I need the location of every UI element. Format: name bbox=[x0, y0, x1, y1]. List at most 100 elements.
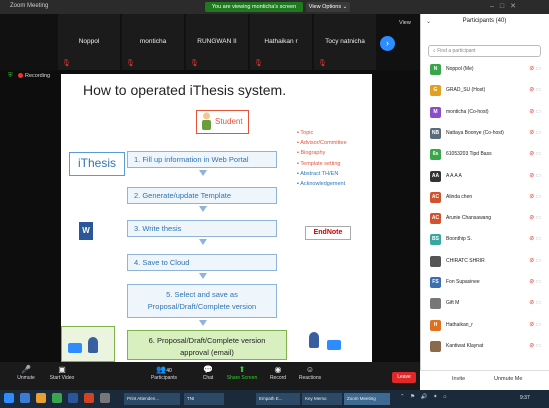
bullet-item: ▪ Biography bbox=[297, 150, 326, 157]
recording-label: Recording bbox=[25, 73, 51, 79]
participant-name: 61053203 Tipd Bass bbox=[446, 151, 492, 158]
participant-name: Nattaya Boonye (Co-host) bbox=[446, 129, 504, 136]
participant-avatar bbox=[430, 340, 441, 352]
taskbar-item[interactable]: TNI bbox=[184, 393, 224, 405]
participant-name: Boonthip S. bbox=[446, 236, 472, 243]
participant-avatar bbox=[430, 255, 441, 267]
participant-avatar: NB bbox=[430, 127, 441, 139]
taskbar-app-icon[interactable] bbox=[20, 393, 30, 403]
step-4: 4. Save to Cloud bbox=[127, 254, 277, 271]
bullet-item: ▪ Template setting bbox=[297, 160, 341, 167]
participant-avatar: AA bbox=[430, 170, 441, 182]
reactions-button[interactable]: ☺ Reactions bbox=[290, 364, 330, 381]
participants-panel-footer bbox=[420, 370, 549, 390]
view-button[interactable]: View bbox=[399, 20, 411, 26]
video-camera-icon: ▣ bbox=[58, 365, 66, 374]
bullet-item: ▪ Abstract TH/EN bbox=[297, 170, 339, 177]
video-thumbnail[interactable]: RUNGWAN II 🎙 bbox=[186, 14, 248, 70]
next-page-arrow-icon[interactable]: › bbox=[380, 36, 395, 51]
participant-status-icons: ⊘▭ bbox=[529, 193, 542, 200]
unmute-button[interactable]: 🎤 Unmute bbox=[6, 364, 46, 381]
share-screen-button[interactable]: ⬆ Share Screen bbox=[222, 364, 262, 381]
video-off-icon: ▭ bbox=[535, 342, 542, 349]
participant-row[interactable]: 6s 61053203 Tipd Bass ⊘▭ bbox=[428, 147, 548, 164]
step-6-line-1: 6. Proposal/Draft/Complete version bbox=[148, 336, 266, 345]
video-thumbnail[interactable]: Tocy natnicha 🎙 bbox=[314, 14, 376, 70]
participant-row[interactable]: AC Alinda chen ⊘▭ bbox=[428, 190, 548, 207]
invite-button[interactable]: Invite bbox=[452, 376, 465, 382]
window-title: Zoom Meeting bbox=[10, 3, 49, 9]
participant-avatar: FS bbox=[430, 277, 441, 288]
step-6-line-2: approval (email) bbox=[180, 348, 234, 357]
participant-status-icons: ⊘▭ bbox=[529, 214, 542, 221]
step-1: 1. Fill up information in Web Portal bbox=[127, 151, 277, 168]
unmute-me-button[interactable]: Unmute Me bbox=[494, 376, 522, 382]
system-tray[interactable]: ⌃ ⚑ 🔊 ✦ ⌂ bbox=[400, 394, 448, 400]
participant-row[interactable]: NB Nattaya Boonye (Co-host) ⊘▭ bbox=[428, 126, 548, 143]
taskbar-item[interactable]: Key Memo bbox=[302, 393, 342, 405]
video-off-icon: ▭ bbox=[535, 257, 542, 264]
participant-avatar: M bbox=[430, 106, 441, 118]
video-thumbnail[interactable]: monticha 🎙 bbox=[122, 14, 184, 70]
down-arrow-icon bbox=[199, 273, 207, 279]
video-off-icon: ▭ bbox=[535, 129, 542, 136]
email-illustration-right bbox=[305, 322, 355, 362]
taskbar-app-icon[interactable] bbox=[100, 393, 110, 403]
video-off-icon: ▭ bbox=[535, 108, 542, 115]
participant-status-icons: ⊘▭ bbox=[529, 342, 542, 349]
participant-status-icons: ⊘▭ bbox=[529, 150, 542, 157]
participant-status-icons: ⊘▭ bbox=[529, 65, 542, 72]
participant-row[interactable]: N Noppol (Me) ⊘▭ bbox=[428, 62, 548, 79]
participant-name: Alinda chen bbox=[446, 193, 473, 200]
recording-dot-icon bbox=[18, 73, 23, 79]
step-5-line-2: Proposal/Draft/Complete version bbox=[147, 302, 257, 311]
video-thumbnail[interactable]: Noppol 🎙 bbox=[58, 14, 120, 70]
taskbar-app-icon[interactable] bbox=[52, 393, 62, 403]
down-arrow-icon bbox=[199, 239, 207, 245]
down-arrow-icon bbox=[199, 206, 207, 212]
participant-row[interactable]: AC Arunie Chansawang ⊘▭ bbox=[428, 211, 548, 228]
participant-row[interactable]: Kantiwat Klaynat ⊘▭ bbox=[428, 339, 548, 356]
participant-avatar: 6s bbox=[430, 149, 441, 161]
share-screen-icon: ⬆ bbox=[238, 365, 246, 374]
start-menu-icon[interactable] bbox=[4, 393, 14, 403]
participants-icon: 👥40 bbox=[156, 365, 172, 374]
taskbar-item[interactable]: Empath E... bbox=[256, 393, 300, 405]
participant-name: A A A A bbox=[446, 172, 462, 179]
slide-title: How to operated iThesis system. bbox=[83, 82, 287, 98]
view-options-button[interactable]: View Options ⌄ bbox=[306, 2, 350, 12]
taskbar-item[interactable]: Zoom Meeting bbox=[344, 393, 390, 405]
thumbnail-name: Noppol bbox=[78, 38, 100, 45]
participant-row[interactable]: Gift M ⊘▭ bbox=[428, 296, 548, 313]
window-controls[interactable]: –□✕ bbox=[490, 2, 522, 10]
word-icon[interactable] bbox=[68, 393, 78, 403]
participant-row[interactable]: CHIRATC SHRIR ⊘▭ bbox=[428, 254, 548, 271]
powerpoint-icon[interactable] bbox=[84, 393, 94, 403]
participant-row[interactable]: G GRAD_SU (Host) ⊘▭ bbox=[428, 83, 548, 100]
participant-row[interactable]: H Hathaikan_r ⊘▭ bbox=[428, 318, 548, 335]
reactions-icon: ☺ bbox=[305, 365, 315, 374]
recording-indicator: Recording bbox=[18, 73, 50, 79]
step-6: 6. Proposal/Draft/Complete version appro… bbox=[127, 330, 287, 360]
participants-panel-title: Participants (40) bbox=[462, 18, 507, 24]
thumbnail-name: Tocy natnicha bbox=[325, 38, 365, 45]
find-participant-input[interactable]: ⌕ Find a participant bbox=[428, 45, 541, 57]
video-off-icon: ▭ bbox=[535, 193, 542, 200]
participant-name: GRAD_SU (Host) bbox=[446, 87, 486, 94]
word-document-icon: W bbox=[79, 222, 93, 240]
participant-row[interactable]: Mmonticha (Co-host) ⊘▭ bbox=[428, 105, 548, 122]
muted-mic-icon: 🎙 bbox=[254, 60, 263, 67]
security-shield-icon[interactable]: ⛨ bbox=[8, 73, 13, 80]
participant-status-icons: ⊘▭ bbox=[529, 129, 542, 136]
folder-icon[interactable] bbox=[36, 393, 46, 403]
participant-row[interactable]: AA A A A A ⊘▭ bbox=[428, 169, 548, 186]
leave-button[interactable]: Leave bbox=[392, 372, 416, 383]
participants-button[interactable]: 👥40 Participants bbox=[144, 364, 184, 381]
participant-row[interactable]: FS Fon Supasinee ⊘▭ bbox=[428, 275, 548, 292]
start-video-button[interactable]: ▣ Start Video bbox=[42, 364, 82, 381]
presentation-slide: How to operated iThesis system. iThesis … bbox=[61, 74, 372, 362]
taskbar-item[interactable]: Print Attenden... bbox=[124, 393, 180, 405]
video-thumbnail[interactable]: Hathaikan r 🎙 bbox=[250, 14, 312, 70]
participant-row[interactable]: BS Boonthip S. ⊘▭ bbox=[428, 232, 548, 249]
participant-status-icons: ⊘▭ bbox=[529, 172, 542, 179]
